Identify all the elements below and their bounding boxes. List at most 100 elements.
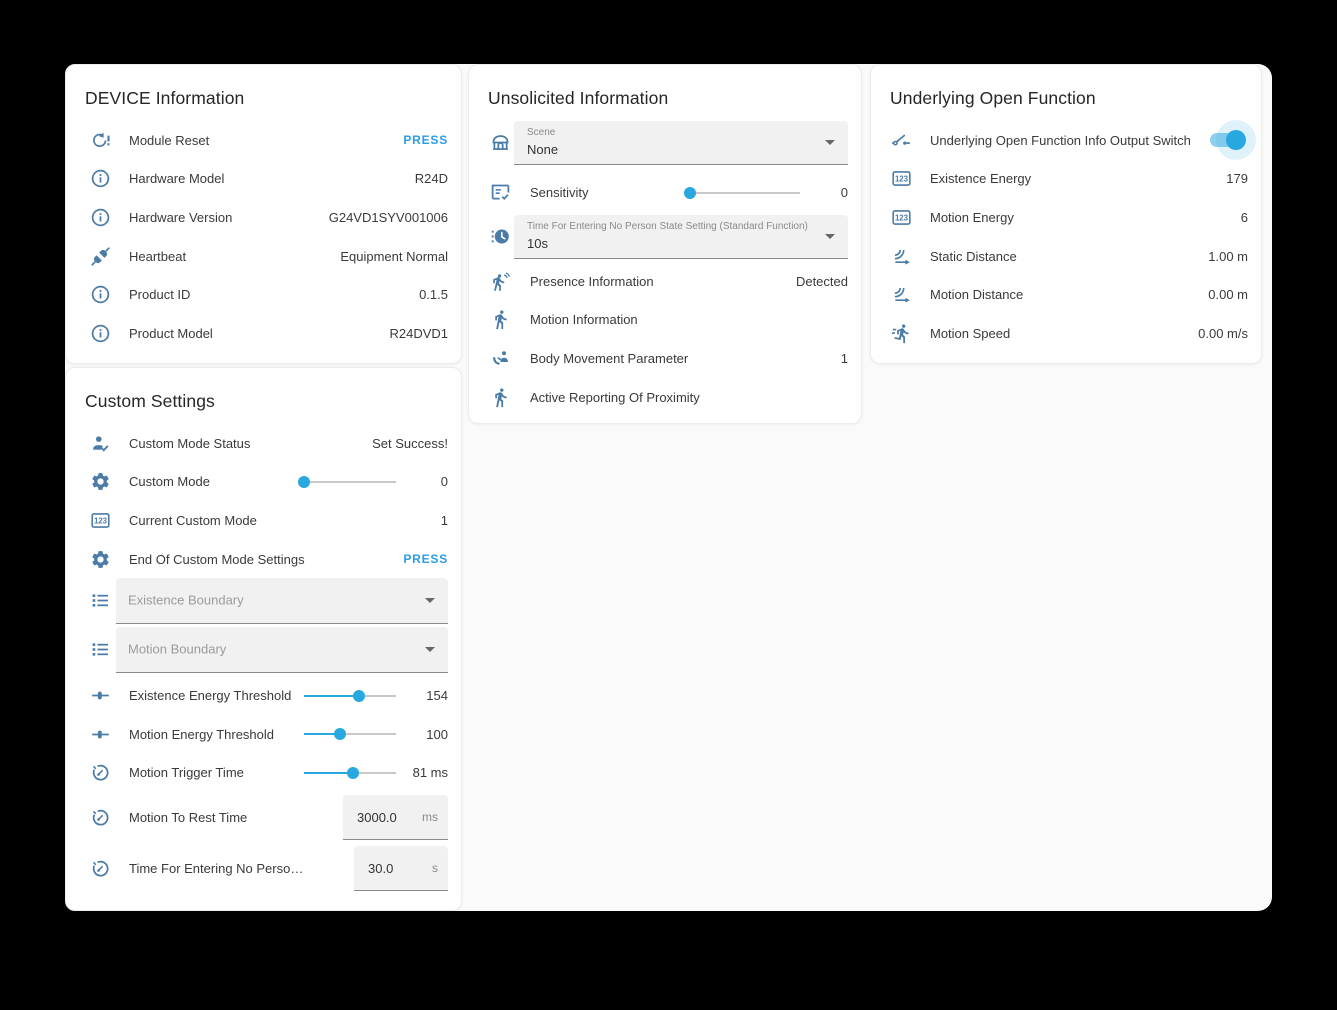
existence-energy-value: 179 [1226, 171, 1248, 186]
output-switch-toggle[interactable] [1208, 130, 1246, 150]
active-reporting-label: Active Reporting Of Proximity [530, 390, 848, 405]
scene-select[interactable]: Scene None [514, 121, 848, 165]
sensitivity-value: 0 [808, 185, 848, 200]
proximity-icon [488, 385, 512, 409]
numbers-icon: 123 [889, 167, 913, 191]
motion-information-row: Motion Information [469, 301, 861, 340]
product-model-row: Product Model R24DVD1 [66, 314, 461, 353]
device-information-title: DEVICE Information [66, 65, 461, 121]
motion-trigger-time-label: Motion Trigger Time [129, 765, 304, 780]
presence-information-row: Presence Information Detected [469, 262, 861, 301]
hardware-model-row: Hardware Model R24D [66, 160, 461, 199]
module-reset-press-button[interactable]: PRESS [403, 133, 448, 147]
motion-distance-label: Motion Distance [930, 287, 1208, 302]
product-id-label: Product ID [129, 287, 419, 302]
hardware-version-label: Hardware Version [129, 210, 329, 225]
product-model-value: R24DVD1 [389, 326, 448, 341]
sensitivity-slider[interactable] [690, 186, 800, 200]
output-switch-label: Underlying Open Function Info Output Swi… [930, 133, 1208, 148]
custom-mode-status-value: Set Success! [372, 436, 448, 451]
time-setting-select-label: Time For Entering No Person State Settin… [527, 221, 808, 232]
existence-energy-threshold-value: 154 [404, 688, 448, 703]
restart-icon [88, 128, 112, 152]
motion-trigger-time-slider[interactable] [304, 766, 396, 780]
speed-icon [889, 321, 913, 345]
timer-icon [88, 857, 112, 881]
numbers-icon: 123 [889, 205, 913, 229]
existence-energy-threshold-slider[interactable] [304, 689, 396, 703]
current-custom-mode-row: 123 Current Custom Mode 1 [66, 501, 461, 540]
motion-distance-value: 0.00 m [1208, 287, 1248, 302]
unsolicited-information-card: Unsolicited Information Scene None Sensi… [468, 64, 862, 424]
scene-row: Scene None [469, 121, 861, 164]
output-switch-row: Underlying Open Function Info Output Swi… [871, 121, 1261, 160]
custom-settings-title: Custom Settings [66, 368, 461, 424]
motion-distance-row: Motion Distance 0.00 m [871, 275, 1261, 314]
end-of-custom-mode-press-button[interactable]: PRESS [403, 552, 448, 566]
existence-energy-row: 123 Existence Energy 179 [871, 160, 1261, 199]
motion-to-rest-time-input[interactable] [357, 810, 418, 825]
motion-energy-row: 123 Motion Energy 6 [871, 198, 1261, 237]
svg-text:123: 123 [93, 517, 107, 526]
motion-energy-label: Motion Energy [930, 210, 1241, 225]
existence-boundary-row: Existence Boundary [66, 578, 461, 623]
current-custom-mode-label: Current Custom Mode [129, 513, 441, 528]
existence-boundary-select[interactable]: Existence Boundary [116, 578, 448, 624]
underlying-open-function-title: Underlying Open Function [871, 65, 1261, 121]
device-information-card: DEVICE Information Module Reset PRESS Ha… [65, 64, 462, 364]
motion-to-rest-time-row: Motion To Rest Time ms [66, 795, 461, 840]
sensitivity-row: Sensitivity 0 [469, 170, 861, 215]
svg-text:123: 123 [894, 214, 908, 223]
list-icon [88, 638, 112, 662]
numbers-icon: 123 [88, 508, 112, 532]
motion-boundary-select[interactable]: Motion Boundary [116, 627, 448, 673]
chevron-down-icon [825, 234, 835, 239]
motion-energy-threshold-value: 100 [404, 727, 448, 742]
motion-energy-value: 6 [1241, 210, 1248, 225]
fact-check-icon [488, 181, 512, 205]
app-background: DEVICE Information Module Reset PRESS Ha… [65, 64, 1272, 911]
slider-icon [88, 684, 112, 708]
custom-mode-row: Custom Mode 0 [66, 463, 461, 502]
gear-icon [88, 470, 112, 494]
presence-information-value: Detected [796, 274, 848, 289]
list-icon [88, 589, 112, 613]
gear-icon [88, 547, 112, 571]
static-distance-label: Static Distance [930, 249, 1208, 264]
info-icon [88, 321, 112, 345]
motion-to-rest-time-field: ms [343, 795, 448, 840]
plug-icon [88, 244, 112, 268]
body-movement-parameter-label: Body Movement Parameter [530, 351, 841, 366]
motion-speed-row: Motion Speed 0.00 m/s [871, 314, 1261, 353]
screen-background: { "colors": { "background": "#000000", "… [0, 0, 1337, 1010]
heartbeat-value: Equipment Normal [340, 249, 448, 264]
timer-icon [88, 761, 112, 785]
heartbeat-label: Heartbeat [129, 249, 340, 264]
presence-icon [488, 269, 512, 293]
time-setting-select[interactable]: Time For Entering No Person State Settin… [514, 215, 848, 259]
existence-energy-threshold-label: Existence Energy Threshold [129, 688, 304, 703]
timer-icon [88, 806, 112, 830]
time-entering-no-person-label: Time For Entering No Perso… [129, 861, 354, 876]
underlying-open-function-card: Underlying Open Function Underlying Open… [870, 64, 1262, 364]
info-icon [88, 205, 112, 229]
motion-energy-threshold-slider[interactable] [304, 727, 396, 741]
static-distance-value: 1.00 m [1208, 249, 1248, 264]
hardware-model-value: R24D [415, 171, 448, 186]
scene-select-value: None [527, 142, 558, 157]
custom-mode-slider[interactable] [304, 475, 396, 489]
scene-select-label: Scene [527, 127, 555, 138]
time-setting-select-value: 10s [527, 236, 548, 251]
body-movement-parameter-value: 1 [841, 351, 848, 366]
active-reporting-row: Active Reporting Of Proximity [469, 378, 861, 417]
end-of-custom-mode-label: End Of Custom Mode Settings [129, 552, 403, 567]
hardware-model-label: Hardware Model [129, 171, 415, 186]
heartbeat-row: Heartbeat Equipment Normal [66, 237, 461, 276]
product-id-row: Product ID 0.1.5 [66, 275, 461, 314]
time-entering-no-person-input[interactable] [368, 861, 428, 876]
arch-icon [488, 131, 512, 155]
time-setting-row: Time For Entering No Person State Settin… [469, 215, 861, 258]
motion-boundary-row: Motion Boundary [66, 627, 461, 672]
time-entering-no-person-row: Time For Entering No Perso… s [66, 846, 461, 891]
toggle-thumb [1226, 130, 1246, 150]
